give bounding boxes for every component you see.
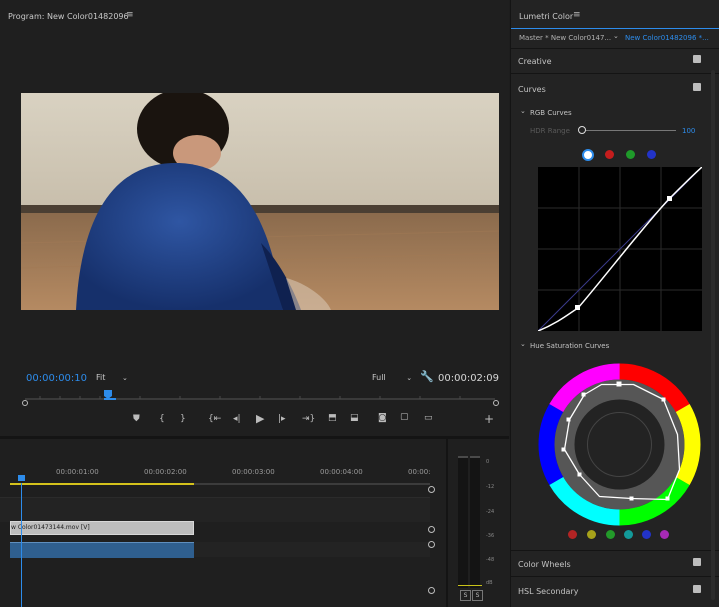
section-separator: [511, 550, 719, 551]
lumetri-scrollbar[interactable]: [711, 70, 715, 600]
track-scroll-handle[interactable]: [428, 541, 435, 548]
video-clip[interactable]: w Color01473144.mov [V]: [10, 521, 194, 535]
active-clip-selector[interactable]: New Color01482096 *...: [625, 34, 709, 42]
hdr-range-slider[interactable]: [580, 130, 676, 131]
program-monitor: Program: New Color01482096 ≡ 00:00:00:10…: [0, 0, 509, 436]
meter-db-label: -12: [486, 484, 495, 490]
creative-enable-checkbox[interactable]: [693, 55, 701, 63]
chevron-down-icon[interactable]: ⌄: [520, 107, 526, 115]
add-marker-icon[interactable]: ⛊: [133, 414, 140, 424]
meter-db-label: dB: [486, 580, 493, 586]
section-color-wheels[interactable]: Color Wheels: [518, 560, 571, 569]
section-hsl-secondary[interactable]: HSL Secondary: [518, 587, 578, 596]
chevron-down-icon: ⌄: [406, 374, 413, 382]
button-editor-plus-icon[interactable]: +: [484, 412, 494, 426]
meter-db-label: 0: [486, 459, 490, 465]
audio-clip[interactable]: [10, 542, 194, 558]
rgb-curve-graph[interactable]: [538, 167, 702, 331]
hdr-range-value[interactable]: 100: [682, 127, 695, 135]
meter-bar-right: [470, 456, 480, 588]
track-scroll-handle[interactable]: [428, 526, 435, 533]
chevron-down-icon[interactable]: ⌄: [520, 340, 526, 348]
section-separator: [511, 73, 719, 74]
meter-zero-line: [458, 585, 482, 586]
play-icon[interactable]: ▶: [256, 412, 264, 425]
extract-icon[interactable]: ⬓: [350, 413, 359, 423]
monitor-scrub-ruler[interactable]: [20, 388, 502, 408]
curve-channel-blue[interactable]: [647, 150, 656, 159]
meter-db-label: -24: [486, 509, 495, 515]
go-to-out-icon[interactable]: ⇥}: [302, 414, 315, 424]
meter-bar-left: [458, 456, 468, 588]
hue-color-green[interactable]: [606, 530, 615, 539]
playhead-line[interactable]: [21, 483, 22, 607]
timeline-ruler[interactable]: [10, 475, 430, 489]
solo-left-button[interactable]: S: [460, 590, 471, 601]
section-curves[interactable]: Curves: [518, 85, 546, 94]
hue-color-red[interactable]: [568, 530, 577, 539]
current-timecode[interactable]: 00:00:00:10: [26, 373, 87, 384]
wrench-icon[interactable]: 🔧: [420, 370, 434, 383]
hdr-range-label: HDR Range: [530, 127, 570, 135]
curve-channel-red[interactable]: [605, 150, 614, 159]
video-frame: [21, 93, 499, 310]
mark-out-icon[interactable]: }: [180, 414, 186, 424]
curve-channel-green[interactable]: [626, 150, 635, 159]
master-clip-selector[interactable]: Master * New Color0147...: [519, 34, 611, 42]
panel-menu-icon[interactable]: ≡: [573, 10, 581, 20]
hue-color-cyan[interactable]: [624, 530, 633, 539]
step-back-icon[interactable]: ◂|: [233, 414, 241, 424]
curves-enable-checkbox[interactable]: [693, 83, 701, 91]
audio-meter-panel: 0 -12 -24 -36 -48 dB S S: [446, 439, 511, 607]
track-scroll-handle[interactable]: [428, 587, 435, 594]
quality-label: Full: [372, 373, 386, 382]
section-separator: [511, 48, 719, 49]
camera-icon[interactable]: ◙: [378, 413, 387, 423]
hdr-range-handle[interactable]: [578, 126, 586, 134]
video-clip-label: w Color01473144.mov [V]: [11, 524, 90, 531]
meter-db-label: -36: [486, 533, 495, 539]
solo-right-button[interactable]: S: [472, 590, 483, 601]
meter-db-label: -48: [486, 557, 495, 563]
timeline-panel: 00:00:01:00 00:00:02:00 00:00:03:00 00:0…: [0, 439, 446, 607]
toggle-proxies-icon[interactable]: ▭: [424, 413, 433, 423]
quality-dropdown[interactable]: Full ⌄: [372, 373, 412, 382]
video-track: [0, 497, 430, 522]
mark-in-icon[interactable]: {: [159, 414, 165, 424]
chevron-down-icon: ⌄: [121, 374, 128, 382]
go-to-in-icon[interactable]: {⇤: [208, 414, 221, 424]
program-title[interactable]: Program: New Color01482096: [8, 12, 129, 21]
lumetri-title[interactable]: Lumetri Color: [519, 12, 573, 21]
rgb-curves-label[interactable]: RGB Curves: [530, 109, 572, 117]
hue-saturation-wheel[interactable]: [537, 362, 702, 527]
audio-track: [194, 542, 430, 557]
chevron-down-icon[interactable]: ⌄: [613, 32, 619, 40]
step-forward-icon[interactable]: |▸: [278, 414, 286, 424]
section-separator: [511, 576, 719, 577]
timeline-scroll-handle[interactable]: [428, 486, 435, 493]
color-wheels-enable-checkbox[interactable]: [693, 558, 701, 566]
fit-dropdown[interactable]: Fit ⌄: [96, 373, 128, 382]
fit-label: Fit: [96, 373, 106, 382]
duration-timecode: 00:00:02:09: [438, 373, 500, 384]
panel-menu-icon[interactable]: ≡: [126, 10, 134, 20]
lumetri-title-underline: [511, 28, 719, 29]
hue-color-blue[interactable]: [642, 530, 651, 539]
hue-sat-curves-label[interactable]: Hue Saturation Curves: [530, 342, 609, 350]
comparison-view-icon[interactable]: ▢: [400, 412, 409, 422]
hsl-secondary-enable-checkbox[interactable]: [693, 585, 701, 593]
hue-color-magenta[interactable]: [660, 530, 669, 539]
lift-icon[interactable]: ⬒: [328, 413, 337, 423]
section-creative[interactable]: Creative: [518, 57, 552, 66]
curve-channel-white[interactable]: [582, 149, 594, 161]
hue-color-yellow[interactable]: [587, 530, 596, 539]
